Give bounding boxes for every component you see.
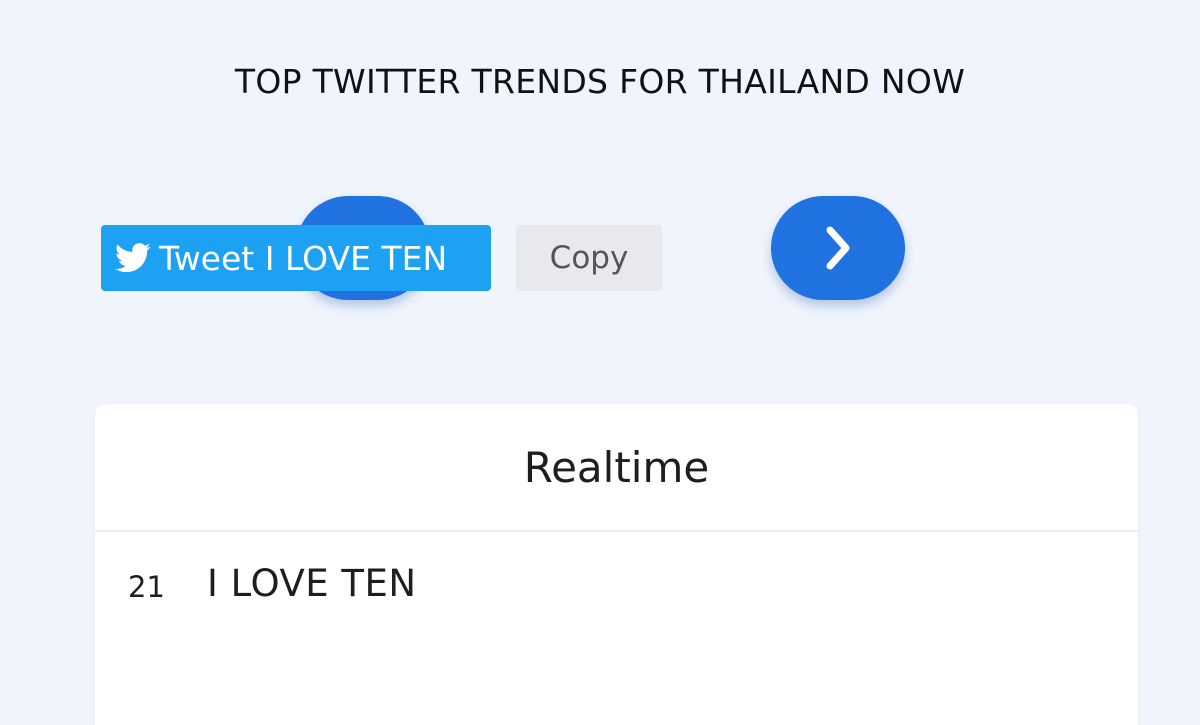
trend-name[interactable]: I LOVE TEN (207, 562, 417, 605)
card-header: Realtime (95, 404, 1138, 532)
page-title: TOP TWITTER TRENDS FOR THAILAND NOW (234, 62, 966, 101)
tweet-button-label: Tweet I LOVE TEN (159, 238, 448, 278)
trend-rank: 21 (128, 570, 165, 604)
next-button[interactable] (771, 196, 905, 300)
chevron-right-icon (826, 226, 850, 270)
tweet-button[interactable]: Tweet I LOVE TEN (101, 225, 491, 291)
copy-button[interactable]: Copy (516, 225, 662, 291)
trend-row: 21 I LOVE TEN (95, 532, 1138, 725)
page: TOP TWITTER TRENDS FOR THAILAND NOW Real… (0, 0, 1200, 725)
twitter-bird-icon (115, 243, 151, 273)
trends-card: Realtime 21 I LOVE TEN (95, 404, 1138, 725)
